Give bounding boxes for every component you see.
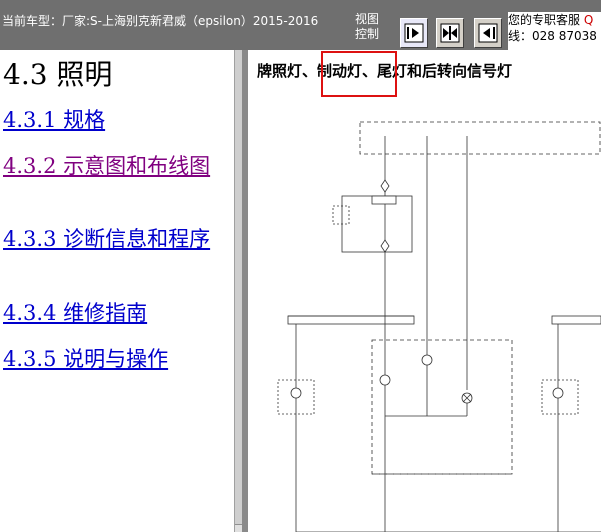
section-heading: 4.3 照明 xyxy=(3,58,113,91)
layout-left-button[interactable] xyxy=(474,18,502,48)
toc-link-operation[interactable]: 4.3.5 说明与操作 xyxy=(3,346,229,373)
view-control-label: 视图 控制 xyxy=(355,12,379,42)
split-view-icon xyxy=(440,23,460,43)
toc-link-diagnostics[interactable]: 4.3.3 诊断信息和程序 xyxy=(3,226,229,253)
service-qq-link[interactable]: Q xyxy=(584,13,593,27)
top-toolbar: 当前车型：厂家:S-上海别克新君威（epsilon）2015-2016 视图 控… xyxy=(0,0,601,50)
customer-service-panel[interactable]: 您的专职客服 Q 线：028 87038 xyxy=(508,12,601,50)
expand-right-icon xyxy=(404,23,424,43)
service-label: 您的专职客服 xyxy=(508,13,581,27)
diagram-pane: 牌照灯、制动灯、尾灯和后转向信号灯 xyxy=(248,50,601,532)
wiring-schematic xyxy=(277,121,601,532)
layout-right-button[interactable] xyxy=(400,18,428,48)
toc-link-diagrams[interactable]: 4.3.2 示意图和布线图 xyxy=(3,153,229,180)
view-label-line2: 控制 xyxy=(355,27,380,41)
toc-pane: 4.3 照明 4.3.1 规格 4.3.2 示意图和布线图 4.3.3 诊断信息… xyxy=(0,50,234,532)
toc-link-repair[interactable]: 4.3.4 维修指南 xyxy=(3,300,229,327)
vehicle-label: 当前车型：厂家:S-上海别克新君威（epsilon）2015-2016 xyxy=(2,14,319,28)
toc-link-specs[interactable]: 4.3.1 规格 xyxy=(3,107,229,134)
highlight-box xyxy=(321,51,397,97)
layout-split-button[interactable] xyxy=(436,18,464,48)
expand-left-icon xyxy=(478,23,498,43)
service-phone: 线：028 87038 xyxy=(508,29,597,43)
view-label-line1: 视图 xyxy=(355,12,380,26)
